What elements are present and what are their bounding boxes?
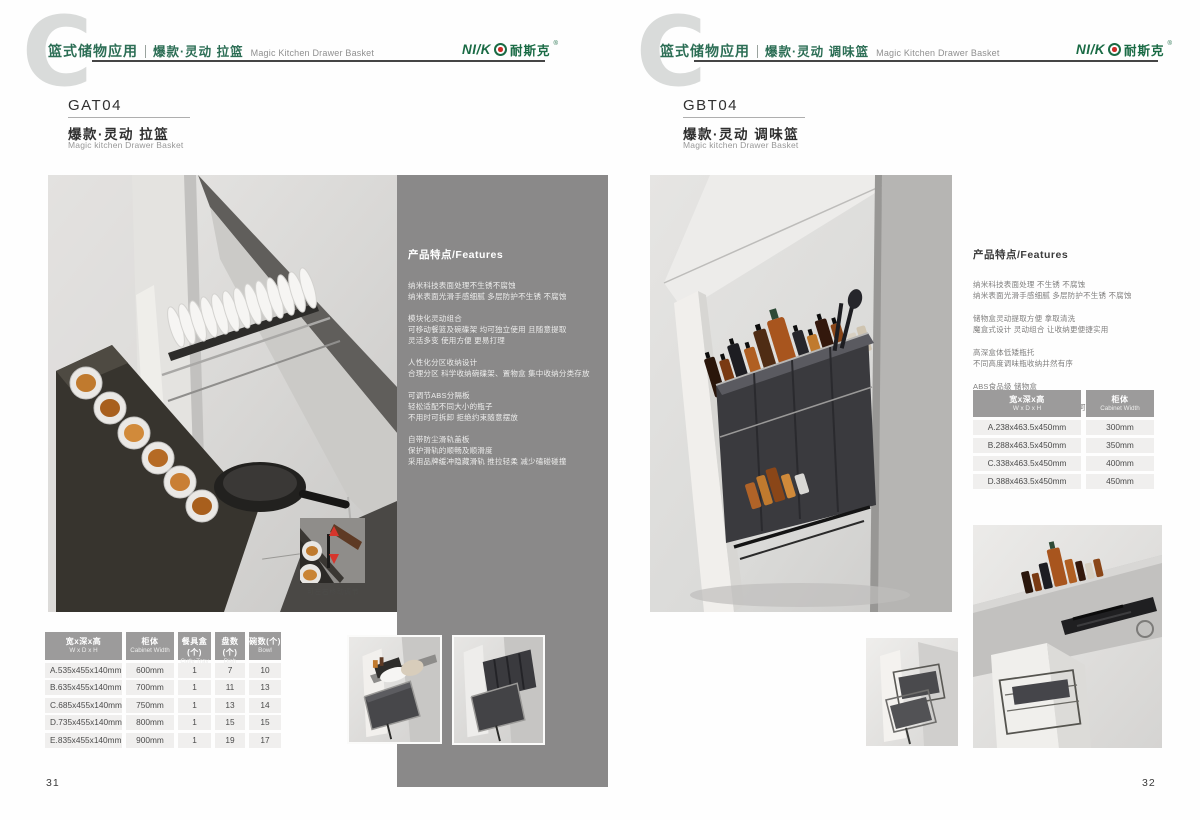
model-underline [683, 117, 805, 118]
main-photo-spice-basket [650, 175, 952, 612]
table-cell: B.635x455x140mm [45, 680, 122, 695]
table-cell: 700mm [126, 680, 174, 695]
feature-group: 模块化灵动组合 可移动餐篮及碗碟架 均可独立使用 且随意提取 灵活多变 使用方便… [408, 313, 594, 346]
gallery-photo-wire-basket [866, 638, 958, 746]
table-cell: 11 [215, 680, 245, 695]
registered-mark: ® [1168, 41, 1172, 47]
table-cell: 350mm [1086, 438, 1154, 453]
header-category: 篮式储物应用 [48, 41, 138, 61]
detail-inset-photo [300, 518, 365, 583]
spec-table-right: 宽x深x高W x D x H 柜体Cabinet Width A.238x463… [973, 390, 1154, 489]
logo-cn: 耐斯克 [510, 40, 551, 59]
logo-text: NI/K [462, 42, 491, 57]
product-title-en: Magic kitchen Drawer Basket [683, 140, 798, 150]
brand-logo: NI/K 耐斯克 ® [1076, 40, 1172, 59]
table-cell: B.288x463.5x450mm [973, 438, 1081, 453]
table-cell: C.338x463.5x450mm [973, 456, 1081, 471]
feature-group: 纳米科技表面处理不生锈不腐蚀 纳米表面光滑手感细腻 多层防护不生锈 不腐蚀 [408, 280, 594, 302]
header-series: 爆款·灵动 拉篮 [153, 41, 244, 60]
feature-group: 可调节ABS分隔板 轻松适配不同大小的瓶子 不用时可拆卸 拒绝约束随意摆放 [408, 390, 594, 423]
feature-group: 高深盒体低矮瓶托 不同高度调味瓶收纳井然有序 [973, 348, 1159, 369]
header-series: 爆款·灵动 调味篮 [765, 41, 869, 60]
header-rule [92, 60, 545, 62]
feature-group: 纳米科技表面处理 不生锈 不腐蚀 纳米表面光滑手感细腻 多层防护不生锈 不腐蚀 [973, 280, 1159, 301]
table-cell: E.835x455x140mm [45, 733, 122, 748]
gallery-photo-basket-empty [452, 635, 545, 745]
table-cell: 800mm [126, 715, 174, 730]
table-cell: 750mm [126, 698, 174, 713]
table-cell: D.388x463.5x450mm [973, 474, 1081, 489]
table-cell: 600mm [126, 663, 174, 678]
table-cell: 1 [178, 680, 211, 695]
col-header: 盘数(个)Dish [215, 632, 245, 660]
header-series-en: Magic Kitchen Drawer Basket [251, 48, 374, 58]
col-header: 柜体Cabinet Width [126, 632, 174, 660]
spec-table-left: 宽x深x高W x D x H 柜体Cabinet Width 餐具盒(个)Cut… [45, 632, 281, 748]
table-cell: 15 [249, 715, 281, 730]
page-header-right: 篮式储物应用 爆款·灵动 调味篮 Magic Kitchen Drawer Ba… [660, 41, 1000, 61]
product-title-en: Magic kitchen Drawer Basket [68, 140, 183, 150]
header-category: 篮式储物应用 [660, 41, 750, 61]
header-divider [757, 45, 758, 58]
gallery-photo-basket-loaded [347, 635, 442, 744]
registered-mark: ® [554, 41, 558, 47]
model-code: GAT04 [68, 97, 122, 114]
table-cell: 1 [178, 715, 211, 730]
features-heading: 产品特点/Features [408, 247, 594, 262]
table-cell: 15 [215, 715, 245, 730]
table-cell: C.685x455x140mm [45, 698, 122, 713]
col-header: 柜体Cabinet Width [1086, 390, 1154, 417]
table-cell: 300mm [1086, 420, 1154, 435]
col-header: 宽x深x高W x D x H [45, 632, 122, 660]
table-cell: 19 [215, 733, 245, 748]
brand-logo: NI/K 耐斯克 ® [462, 40, 558, 59]
table-cell: 17 [249, 733, 281, 748]
header-series-en: Magic Kitchen Drawer Basket [876, 48, 999, 58]
catalog-spread: C 篮式储物应用 爆款·灵动 拉篮 Magic Kitchen Drawer B… [0, 0, 1200, 820]
col-header: 餐具盒(个)Cutly Tray [178, 632, 211, 660]
features-left: 产品特点/Features 纳米科技表面处理不生锈不腐蚀 纳米表面光滑手感细腻 … [408, 247, 594, 478]
logo-o-icon [494, 43, 507, 56]
header-rule [694, 60, 1158, 62]
table-cell: A.238x463.5x450mm [973, 420, 1081, 435]
table-cell: 13 [249, 680, 281, 695]
page-header-left: 篮式储物应用 爆款·灵动 拉篮 Magic Kitchen Drawer Bas… [48, 41, 374, 61]
logo-o-icon [1108, 43, 1121, 56]
table-cell: D.735x455x140mm [45, 715, 122, 730]
table-cell: 900mm [126, 733, 174, 748]
col-header: 宽x深x高W x D x H [973, 390, 1081, 417]
model-code: GBT04 [683, 97, 738, 114]
inset-caption: 可左右移动调节 [288, 587, 378, 597]
table-cell: 7 [215, 663, 245, 678]
page-number-left: 31 [46, 777, 60, 789]
table-cell: 1 [178, 733, 211, 748]
table-cell: 1 [178, 698, 211, 713]
table-cell: 1 [178, 663, 211, 678]
model-underline [68, 117, 190, 118]
feature-group: 自带防尘滑轨盖板 保护滑轨的顺畅及顺滑度 采用品牌缓冲隐藏滑轨 推拉轻柔 减少磕… [408, 434, 594, 467]
page-number-right: 32 [1142, 777, 1156, 789]
table-cell: 400mm [1086, 456, 1154, 471]
col-header: 碗数(个)Bowl [249, 632, 281, 660]
table-cell: 13 [215, 698, 245, 713]
table-cell: 10 [249, 663, 281, 678]
table-cell: A.535x455x140mm [45, 663, 122, 678]
header-divider [145, 45, 146, 58]
logo-cn: 耐斯克 [1124, 40, 1165, 59]
table-cell: 14 [249, 698, 281, 713]
table-cell: 450mm [1086, 474, 1154, 489]
feature-group: 储物盒灵动提取方便 拿取清洗 魔盒式设计 灵动组合 让收纳更便捷实用 [973, 314, 1159, 335]
features-heading: 产品特点/Features [973, 247, 1159, 262]
logo-text: NI/K [1076, 42, 1105, 57]
feature-group: 人性化分区收纳设计 合理分区 科学收纳碗碟架、置物盒 集中收纳分类存放 [408, 357, 594, 379]
gallery-photo-spice-rack-counter [973, 525, 1162, 748]
